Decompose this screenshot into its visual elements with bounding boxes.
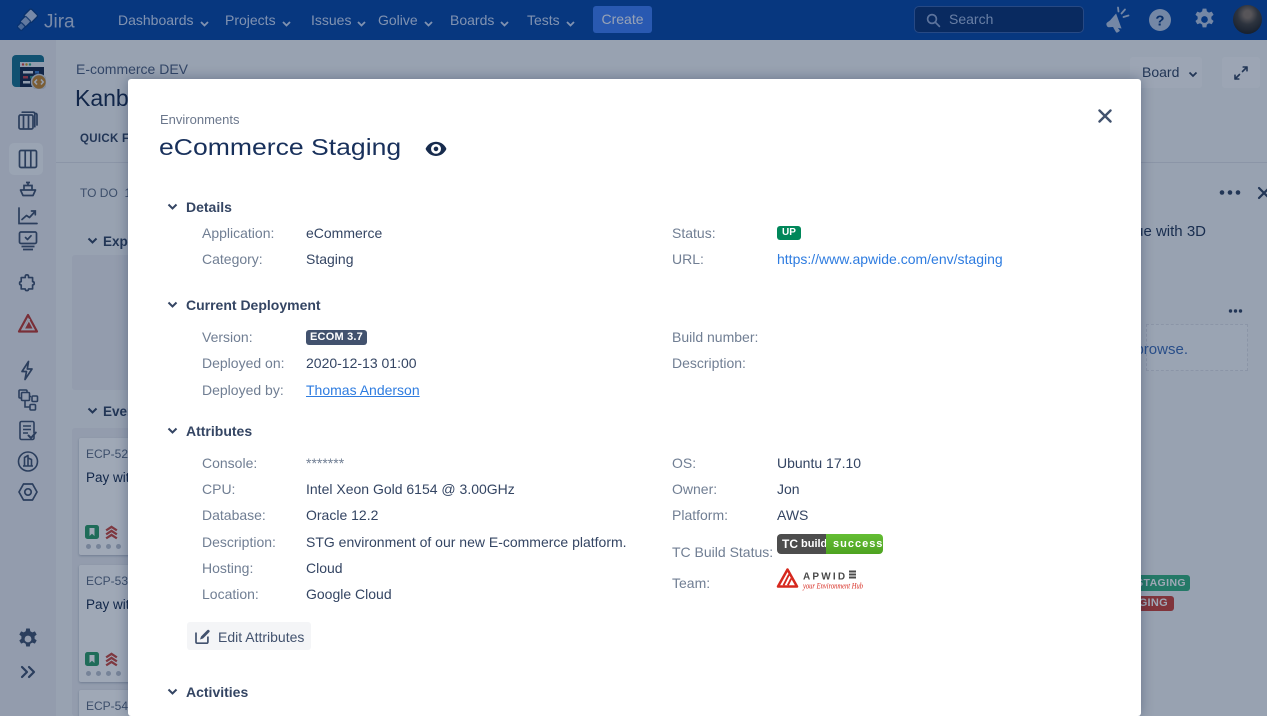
svg-text:your Environment Hub: your Environment Hub: [802, 582, 863, 591]
